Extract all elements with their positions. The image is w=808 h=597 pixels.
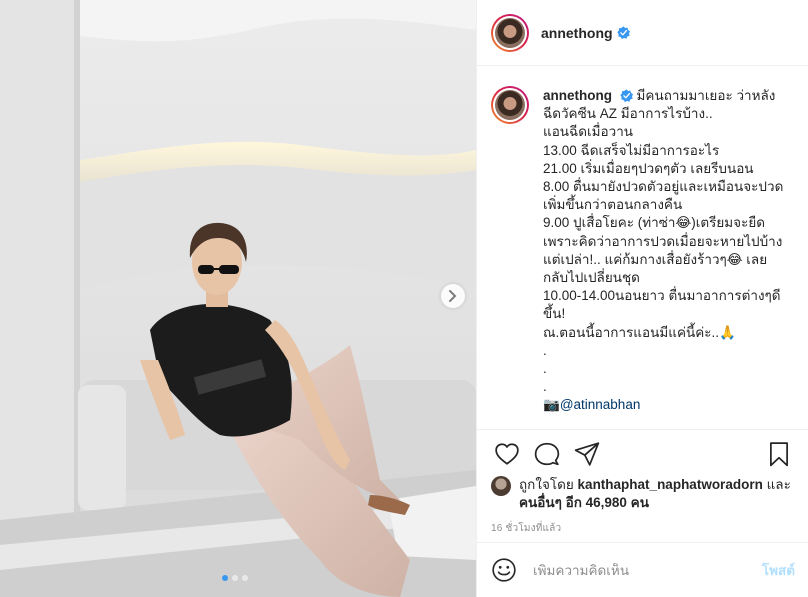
emoji-icon[interactable] <box>491 557 517 583</box>
caption-line: . <box>543 342 547 358</box>
caption-line: 13.00 ฉีดเสร็จไม่มีอาการอะไร <box>543 142 720 158</box>
next-slide-button[interactable] <box>441 284 465 308</box>
header-username[interactable]: annethong <box>541 25 613 41</box>
post-header: annethong <box>477 0 808 66</box>
caption-line: ฉีดวัคซีน AZ มีอาการไรบ้าง.. <box>543 106 713 122</box>
post-details-panel: annethong annethong มีคนถามมาเยอะ ว่าหลั… <box>476 0 808 597</box>
caption-line: 9.00 ปูเสื่อโยคะ (ท่าซ่า😂)เตรียมจะยืด <box>543 215 766 231</box>
likes-others-link[interactable]: คนอื่นๆ อีก 46,980 คน <box>519 495 649 510</box>
comment-bubble-icon[interactable] <box>534 441 560 467</box>
post-photo[interactable] <box>0 0 476 597</box>
like-heart-icon[interactable] <box>494 441 520 467</box>
likes-prefix: ถูกใจโดย <box>519 477 574 492</box>
caption-line: แต่เปล่า!.. แค่ก้มกางเสื่อยังร้าวๆ😂 เลย <box>543 251 768 267</box>
caption-line: เพราะคิดว่าอาการปวดเมื่อยจะหายไปบ้าง <box>543 233 783 249</box>
caption-line: แอนฉีดเมื่อวาน <box>543 124 634 140</box>
caption-line: ขึ้น! <box>543 306 566 322</box>
verified-badge-icon <box>616 26 630 39</box>
bookmark-save-icon[interactable] <box>766 441 792 467</box>
avatar[interactable] <box>491 13 529 52</box>
caption-line: เพิ่มขึ้นกว่าตอนกลางคืน <box>543 197 683 213</box>
carousel-dot <box>222 575 228 581</box>
post-image <box>0 0 476 597</box>
carousel-dot <box>242 575 248 581</box>
caption-line: ณ.ตอนนี้อาการแอนมีแค่นี้ค่ะ..🙏 <box>543 324 736 340</box>
caption-line: กลับไปเปลี่ยนชุด <box>543 270 640 286</box>
mention-link[interactable]: @atinnabhan <box>560 397 641 412</box>
caption-line: . <box>543 361 547 377</box>
caption-text: annethong มีคนถามมาเยอะ ว่าหลัง ฉีดวัคซี… <box>543 87 793 430</box>
share-send-icon[interactable] <box>574 441 600 467</box>
likes-summary: ถูกใจโดย kanthaphat_naphatworadorn และ ค… <box>477 476 808 512</box>
post-comment-button[interactable]: โพสต์ <box>762 559 795 581</box>
caption-avatar[interactable] <box>491 86 529 124</box>
post-actions-section: ถูกใจโดย kanthaphat_naphatworadorn และ ค… <box>477 429 808 536</box>
camera-icon: 📷 <box>543 397 560 413</box>
caption-line: . <box>543 379 547 395</box>
caption-line: 8.00 ตื่นมายังปวดตัวอยู่และเหมือนจะปวด <box>543 179 784 195</box>
likes-and: และ <box>766 477 791 492</box>
caption-line: มีคนถามมาเยอะ ว่าหลัง <box>636 88 776 103</box>
comment-bar: โพสต์ <box>477 542 808 597</box>
liker-avatar[interactable] <box>491 476 511 496</box>
verified-badge-icon <box>620 89 633 102</box>
caption-section: annethong มีคนถามมาเยอะ ว่าหลัง ฉีดวัคซี… <box>477 66 808 430</box>
comment-input[interactable] <box>533 562 756 578</box>
post-timestamp[interactable]: 16 ชั่วโมงที่แล้ว <box>477 521 808 536</box>
carousel-indicator <box>222 575 248 581</box>
caption-line: 10.00-14.00นอนยาว ตื่นมาอาการต่างๆดี <box>543 288 781 304</box>
action-bar <box>477 430 808 478</box>
liker-username[interactable]: kanthaphat_naphatworadorn <box>578 477 763 492</box>
caption-line: 21.00 เริ่มเมื่อยๆปวดๆตัว เลยรีบนอน <box>543 160 754 176</box>
chevron-right-icon <box>449 290 457 302</box>
carousel-dot <box>232 575 238 581</box>
caption-username[interactable]: annethong <box>543 88 612 103</box>
